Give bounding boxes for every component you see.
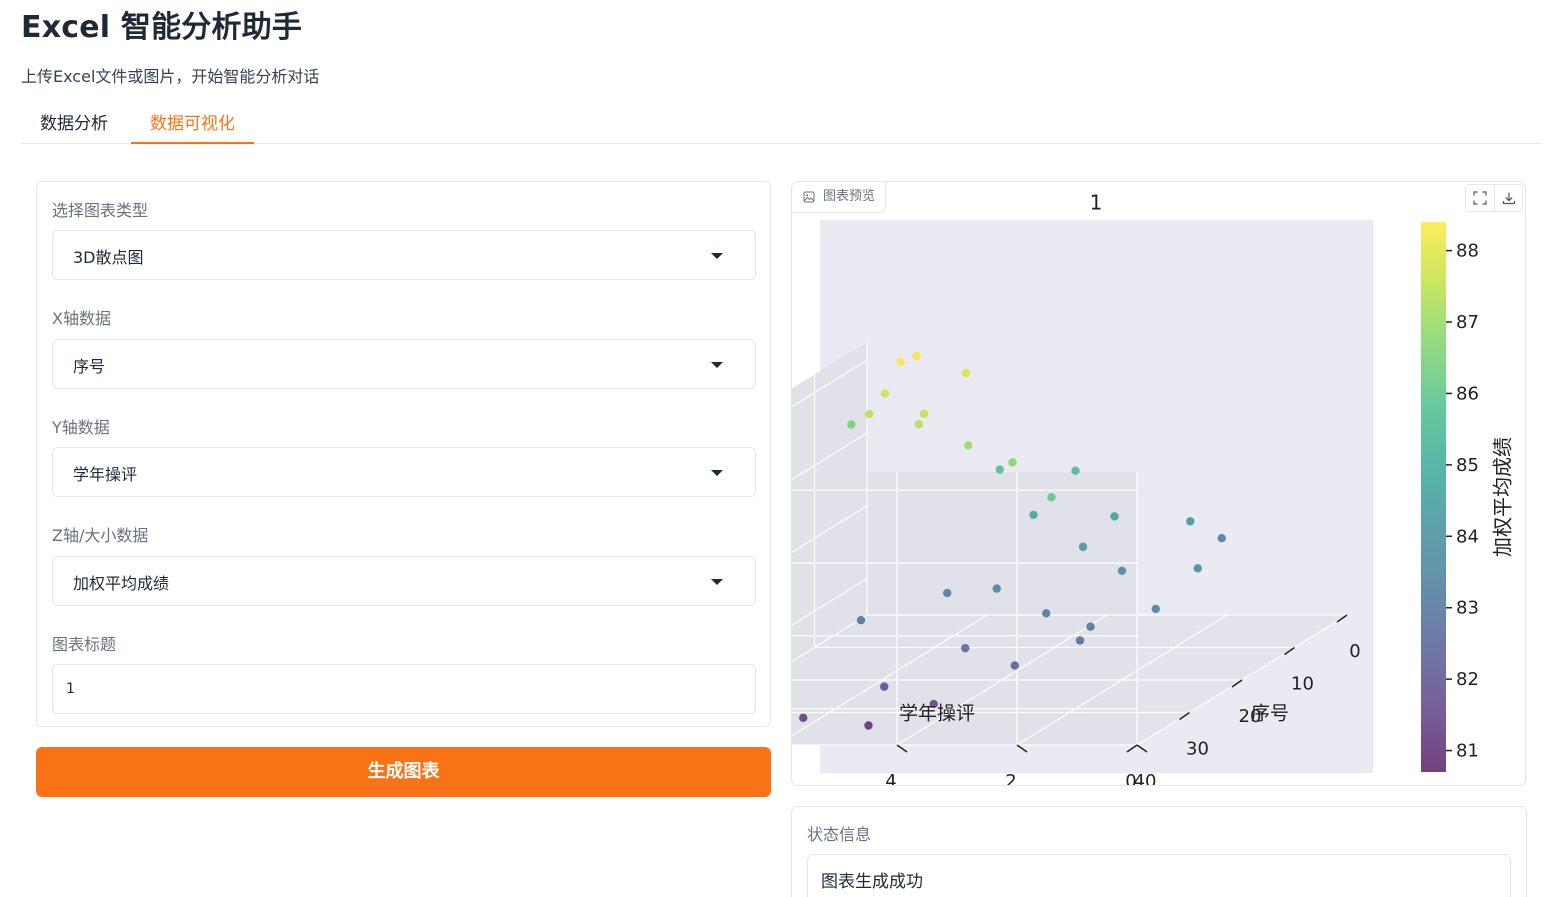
x-tick-label: 10 — [1291, 674, 1314, 695]
status-label: 状态信息 — [807, 825, 872, 844]
z-axis-value: 加权平均成绩 — [73, 574, 170, 593]
x-axis-dropdown[interactable]: 序号 — [52, 339, 756, 389]
scatter-point — [1010, 661, 1019, 670]
scatter-point — [1193, 564, 1202, 573]
scatter-point — [799, 713, 808, 723]
chart-preview-panel: 0246801020304082848688学年操评序号181828384858… — [791, 181, 1526, 786]
scatter-point — [943, 588, 952, 598]
scatter-point — [1086, 622, 1095, 631]
colorbar-tick-label: 86 — [1456, 383, 1479, 404]
chart-canvas: 0246801020304082848688学年操评序号181828384858… — [792, 191, 1515, 786]
scatter-point — [856, 616, 866, 625]
scatter-point — [865, 409, 874, 419]
chart-type-value: 3D散点图 — [73, 248, 144, 267]
scatter-point — [1117, 566, 1127, 575]
preview-badge: 图表预览 — [792, 182, 887, 213]
colorbar-tick-label: 88 — [1456, 241, 1479, 262]
scatter-point — [880, 682, 889, 691]
scatter-point — [896, 357, 905, 367]
chevron-down-icon — [711, 470, 723, 476]
x-tick-label: 30 — [1186, 739, 1209, 760]
chart-type-label: 选择图表类型 — [52, 201, 149, 220]
download-button[interactable] — [1494, 185, 1522, 211]
y-tick-label: 2 — [1005, 771, 1016, 786]
scatter-point — [1217, 533, 1226, 543]
colorbar-title: 加权平均成绩 — [1491, 437, 1515, 557]
scatter-point — [1029, 510, 1038, 520]
scatter-point — [914, 420, 923, 429]
scatter-point — [929, 699, 938, 709]
scatter-point — [847, 420, 856, 429]
scatter-point — [1071, 466, 1080, 475]
scatter-point — [1151, 604, 1160, 614]
status-panel: 状态信息 图表生成成功 — [791, 806, 1527, 897]
colorbar — [1421, 222, 1446, 772]
scatter-point — [912, 351, 921, 360]
tab-data-analysis[interactable]: 数据分析 — [21, 106, 127, 144]
generate-chart-button[interactable]: 生成图表 — [36, 747, 771, 797]
app-subtitle: 上传Excel文件或图片，开始智能分析对话 — [21, 67, 320, 86]
image-icon — [803, 191, 815, 203]
scatter-point — [1186, 517, 1195, 526]
chart-title-label: 图表标题 — [52, 635, 117, 654]
scatter-point — [1075, 636, 1085, 645]
colorbar-tick-label: 82 — [1456, 669, 1479, 690]
x-axis-value: 序号 — [73, 357, 106, 376]
chart-toolbar — [1465, 184, 1523, 212]
status-message: 图表生成成功 — [807, 854, 1511, 897]
fullscreen-icon — [1473, 191, 1487, 205]
chart-title-input[interactable] — [52, 664, 756, 714]
preview-badge-label: 图表预览 — [823, 189, 876, 204]
scatter-point — [1110, 512, 1119, 521]
z-axis-dropdown[interactable]: 加权平均成绩 — [52, 556, 756, 606]
scatter-point — [961, 369, 971, 378]
x-tick-label: 0 — [1349, 641, 1360, 662]
y-tick-label: 4 — [885, 771, 896, 786]
y-axis-value: 学年操评 — [73, 465, 138, 484]
scatter-point — [919, 409, 929, 418]
download-icon — [1502, 192, 1515, 205]
colorbar-tick-label: 83 — [1456, 598, 1479, 619]
z-axis-label: Z轴/大小数据 — [52, 526, 149, 545]
colorbar-tick-label: 84 — [1456, 526, 1479, 547]
fullscreen-button[interactable] — [1466, 185, 1494, 211]
scatter-point — [1047, 493, 1056, 502]
app-title: Excel 智能分析助手 — [21, 10, 303, 45]
chevron-down-icon — [711, 253, 723, 259]
x-axis-label: X轴数据 — [52, 309, 111, 328]
scatter-point — [992, 584, 1001, 593]
scatter-point — [995, 465, 1004, 474]
x-tick-label: 40 — [1134, 771, 1157, 786]
chart-config-panel: 选择图表类型 3D散点图 X轴数据 序号 Y轴数据 学年操评 Z轴/大小数据 加… — [36, 181, 771, 727]
chart-title: 1 — [1090, 191, 1103, 215]
tab-data-visualization[interactable]: 数据可视化 — [131, 106, 254, 144]
y-axis-dropdown[interactable]: 学年操评 — [52, 447, 756, 497]
chevron-down-icon — [711, 362, 723, 368]
colorbar-tick-label: 81 — [1456, 741, 1479, 762]
colorbar-tick-label: 85 — [1456, 455, 1479, 476]
scatter-point — [964, 441, 973, 450]
scatter-point — [1042, 609, 1051, 618]
scatter-point — [1008, 458, 1017, 467]
chart-type-dropdown[interactable]: 3D散点图 — [52, 230, 756, 280]
scatter-point — [880, 389, 890, 398]
scatter-point — [864, 721, 873, 730]
scatter-point — [1078, 542, 1088, 552]
x-axis-title: 序号 — [1251, 703, 1289, 725]
chevron-down-icon — [711, 579, 723, 585]
y-axis-label: Y轴数据 — [52, 418, 110, 437]
scatter-point — [961, 643, 970, 653]
tab-bar: 数据分析 数据可视化 — [21, 106, 1541, 144]
colorbar-tick-label: 87 — [1456, 312, 1479, 333]
